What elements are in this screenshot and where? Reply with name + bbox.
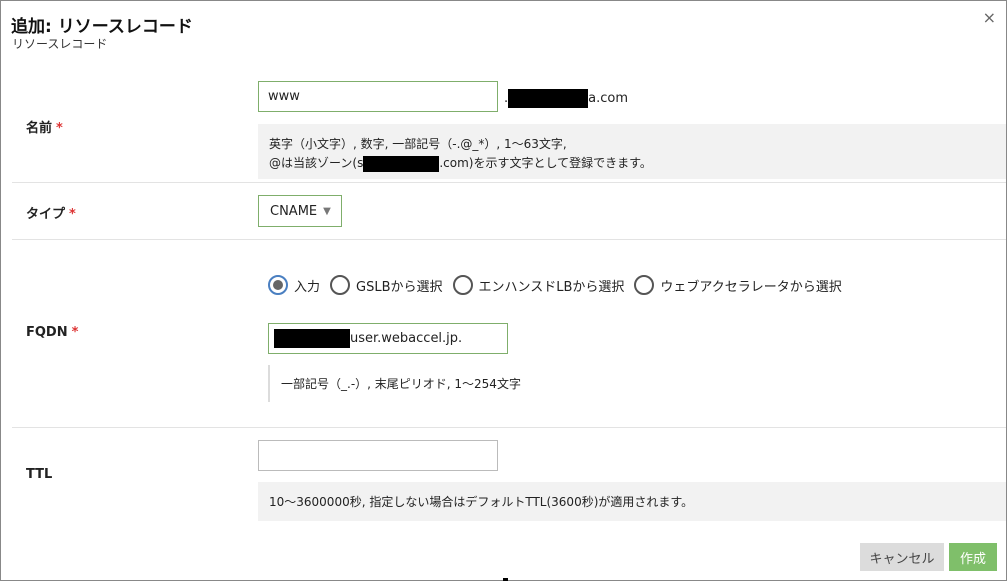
divider [12,182,1006,183]
type-select-value: CNAME [270,203,318,219]
radio-unselected-icon [330,275,351,295]
required-mark: * [56,121,63,136]
radio-unselected-icon [452,275,473,295]
create-button[interactable]: 作成 [949,543,997,571]
name-label-text: 名前 [26,121,53,136]
name-hint: 英字（小文字）, 数字, 一部記号（-.@_*）, 1～63文字, @は当該ゾー… [258,124,1006,179]
zone-suffix: . a.com [504,89,628,108]
fqdn-label: FQDN * [26,325,78,340]
required-mark: * [71,325,79,340]
zone-suffix-text: a.com [588,91,629,106]
dialog-subtitle: リソースレコード [12,37,108,51]
fqdn-label-text: FQDN [26,325,68,340]
ttl-input[interactable] [258,440,498,471]
radio-label: 入力 [294,279,321,295]
type-select[interactable]: CNAME ▼ [258,195,342,227]
redacted-block [274,329,350,348]
fqdn-source-radio-group: 入力 GSLBから選択 エンハンスドLBから選択 ウェブアクセラレータから選択 [268,275,852,295]
radio-unselected-icon [634,275,655,295]
add-resource-record-dialog: 追加: リソースレコード リソースレコード × 名前 * www . a.com … [0,0,1007,581]
radio-web-accelerator[interactable]: ウェブアクセラレータから選択 [634,275,842,295]
close-icon[interactable]: × [983,10,996,26]
name-input[interactable]: www [258,81,498,112]
radio-gslb[interactable]: GSLBから選択 [330,275,443,295]
type-label: タイプ * [26,203,76,222]
fqdn-hint: 一部記号（_.-）, 末尾ピリオド, 1～254文字 [268,365,521,402]
radio-enhanced-lb[interactable]: エンハンスドLBから選択 [452,275,625,295]
redacted-block [363,155,440,172]
caret-down-icon: ▼ [323,205,331,217]
redacted-block [508,89,589,108]
radio-label: GSLBから選択 [356,279,443,295]
name-hint-line2: @は当該ゾーン( s .com)を示す文字として登録できます。 [269,154,995,173]
name-hint-line1: 英字（小文字）, 数字, 一部記号（-.@_*）, 1～63文字, [269,137,567,151]
fqdn-input-value: user.webaccel.jp. [350,331,463,346]
cancel-button[interactable]: キャンセル [860,543,944,571]
name-hint-line2-pre: @は当該ゾーン( [269,156,358,170]
fqdn-input[interactable]: user.webaccel.jp. [268,323,508,354]
divider [12,427,1006,428]
name-input-value: www [268,89,300,104]
radio-input[interactable]: 入力 [268,275,320,295]
divider [12,239,1006,240]
name-hint-line2-post: .com)を示す文字として登録できます。 [439,156,652,170]
radio-label: エンハンスドLBから選択 [478,279,625,295]
dialog-title: 追加: リソースレコード [11,17,193,37]
ttl-label: TTL [26,467,53,482]
type-label-text: タイプ [26,207,66,222]
required-mark: * [69,207,76,222]
radio-label: ウェブアクセラレータから選択 [660,279,842,295]
name-label: 名前 * [26,117,63,136]
radio-selected-icon [268,275,288,295]
ttl-hint: 10～3600000秒, 指定しない場合はデフォルトTTL(3600秒)が適用さ… [258,482,1006,521]
